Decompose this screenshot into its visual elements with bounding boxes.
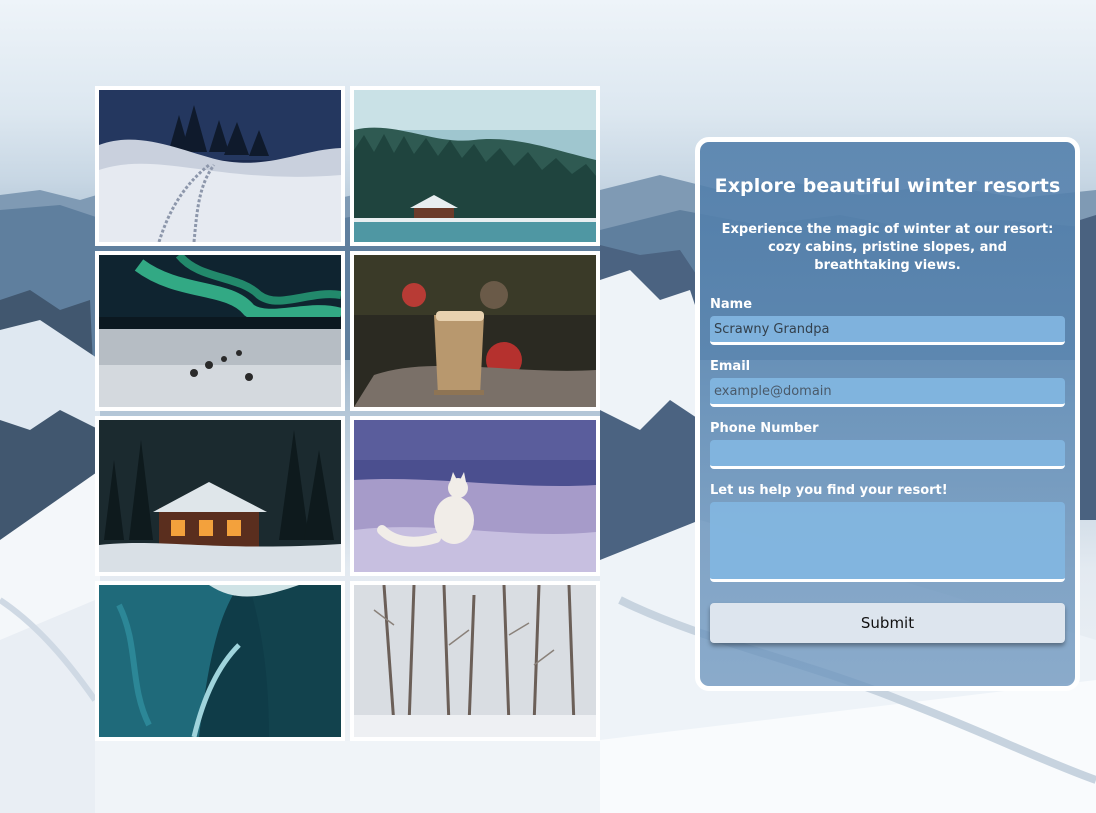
snowy-hills-night-image [95, 86, 345, 246]
phone-input[interactable] [710, 440, 1065, 469]
email-label: Email [710, 359, 751, 374]
winter-coffee-image [350, 251, 600, 411]
ice-cave-image [95, 581, 345, 741]
email-input[interactable] [710, 378, 1065, 407]
message-label: Let us help you find your resort! [710, 483, 948, 498]
submit-button[interactable]: Submit [710, 603, 1065, 643]
photo-gallery [95, 86, 600, 741]
snow-cabin-night-image [95, 416, 345, 576]
aurora-dog-sled-image [95, 251, 345, 411]
phone-label: Phone Number [710, 421, 819, 436]
resort-inquiry-form: Explore beautiful winter resorts Experie… [695, 137, 1080, 691]
name-input[interactable] [710, 316, 1065, 345]
form-title: Explore beautiful winter resorts [714, 175, 1061, 197]
lakeside-cabin-forest-image [350, 86, 600, 246]
name-label: Name [710, 297, 753, 312]
form-description: Experience the magic of winter at our re… [721, 222, 1054, 273]
arctic-fox-image [350, 416, 600, 576]
message-textarea[interactable] [710, 502, 1065, 582]
snowy-forest-image [350, 581, 600, 741]
